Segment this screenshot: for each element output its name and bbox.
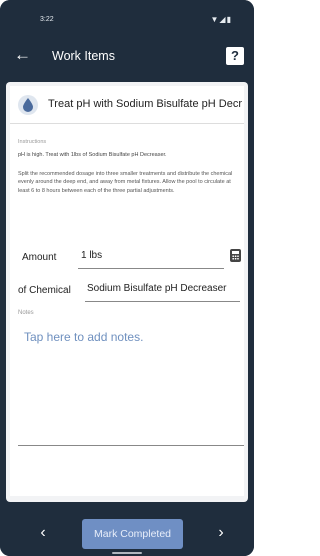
status-bar: 3:22 ▼◢▮ bbox=[0, 0, 254, 34]
instructions-details: Split the recommended dosage into three … bbox=[18, 171, 233, 194]
amount-field[interactable]: 1 lbs bbox=[78, 247, 224, 269]
instructions-label: Instructions bbox=[18, 139, 47, 145]
page-title: Work Items bbox=[52, 49, 115, 63]
calculator-icon[interactable] bbox=[230, 249, 241, 262]
instructions-summary: pH is high. Treat with 1lbs of Sodium Bi… bbox=[18, 152, 167, 158]
home-indicator bbox=[112, 552, 142, 554]
work-item-card: Treat pH with Sodium Bisulfate pH Decre.… bbox=[10, 86, 244, 496]
back-arrow-icon[interactable]: ← bbox=[14, 44, 38, 68]
status-time: 3:22 bbox=[40, 16, 54, 23]
phone-screen: 3:22 ▼◢▮ ← Work Items ? Treat pH with So… bbox=[0, 0, 254, 556]
previous-icon[interactable]: ‹ bbox=[32, 522, 54, 544]
app-bar: ← Work Items ? bbox=[0, 34, 254, 80]
content-area: Treat pH with Sodium Bisulfate pH Decre.… bbox=[6, 82, 248, 502]
status-icons: ▼◢▮ bbox=[210, 15, 232, 24]
notes-label: Notes bbox=[18, 310, 34, 316]
task-header: Treat pH with Sodium Bisulfate pH Decre.… bbox=[10, 86, 244, 124]
notes-field[interactable]: Tap here to add notes. bbox=[18, 320, 244, 446]
task-title: Treat pH with Sodium Bisulfate pH Decre.… bbox=[48, 98, 242, 110]
chemical-field[interactable]: Sodium Bisulfate pH Decreaser bbox=[85, 280, 240, 302]
chemical-label: of Chemical bbox=[18, 285, 71, 296]
mark-completed-button[interactable]: Mark Completed bbox=[82, 519, 183, 549]
next-icon[interactable]: › bbox=[210, 522, 232, 544]
bottom-bar: ‹ Mark Completed › bbox=[0, 512, 254, 556]
amount-label: Amount bbox=[22, 252, 57, 263]
water-drop-icon bbox=[18, 95, 38, 115]
notes-placeholder: Tap here to add notes. bbox=[24, 330, 144, 344]
help-icon[interactable]: ? bbox=[226, 47, 244, 65]
